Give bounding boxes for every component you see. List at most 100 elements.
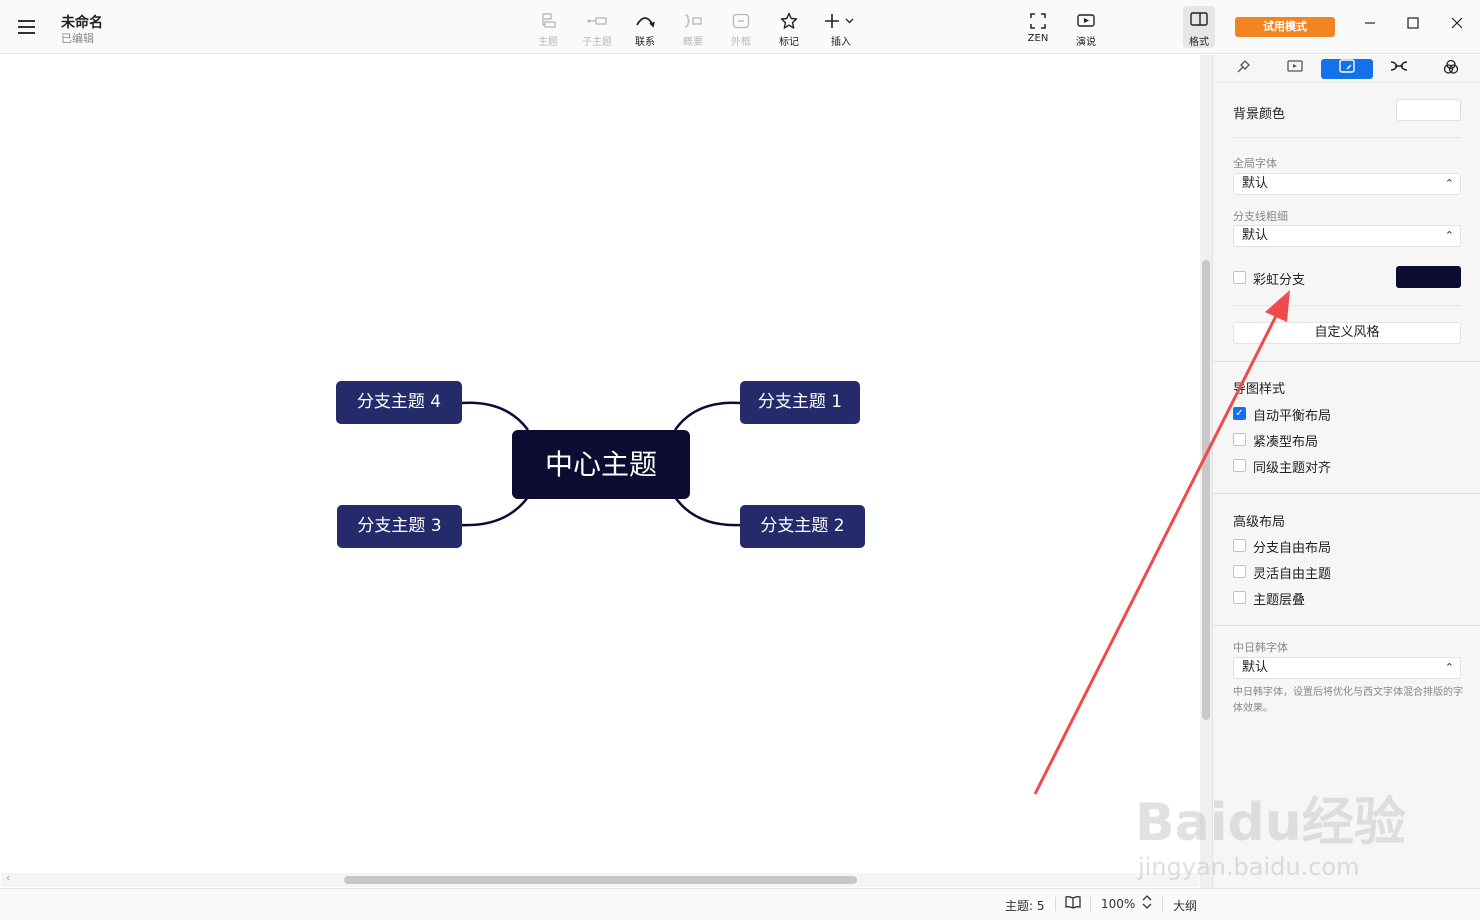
document-title[interactable]: 未命名: [61, 12, 103, 32]
global-font-select[interactable]: 默认 ⌃: [1233, 173, 1461, 195]
cjk-font-select[interactable]: 默认 ⌃: [1233, 657, 1461, 679]
divider: [1090, 897, 1091, 911]
status-bar: 主题: 5 100% 大纲: [0, 888, 1480, 920]
zen-mode-button[interactable]: ZEN: [1015, 10, 1061, 48]
auto-balance-label: 自动平衡布局: [1253, 409, 1332, 424]
cjk-font-value: 默认: [1242, 660, 1269, 675]
divider: [1055, 897, 1056, 911]
vertical-scrollbar[interactable]: [1200, 55, 1212, 888]
slide-icon: [1287, 60, 1303, 77]
branch-width-label: 分支线粗细: [1233, 210, 1288, 223]
topic-overlap-label: 主题层叠: [1253, 593, 1306, 608]
star-icon: [766, 10, 812, 30]
align-siblings-checkbox[interactable]: [1233, 459, 1246, 472]
tab-presentation[interactable]: [1276, 59, 1314, 79]
summary-button[interactable]: 概要: [670, 10, 716, 48]
section-divider: [1213, 493, 1480, 494]
subtopic-icon: [574, 10, 620, 30]
boundary-icon: [718, 10, 764, 30]
panel-layout-icon: [1183, 11, 1215, 30]
auto-balance-checkbox[interactable]: ✓: [1233, 407, 1246, 420]
branch-width-select[interactable]: 默认 ⌃: [1233, 225, 1461, 247]
topic-overlap-checkbox[interactable]: [1233, 591, 1246, 604]
rainbow-color-swatch[interactable]: [1396, 266, 1461, 288]
minimize-icon[interactable]: [1359, 14, 1381, 36]
divider: [1162, 897, 1163, 911]
bg-color-swatch[interactable]: [1396, 99, 1461, 121]
branch-width-value: 默认: [1242, 228, 1269, 243]
tab-color-scheme[interactable]: [1432, 59, 1470, 79]
book-icon[interactable]: [1065, 895, 1081, 912]
brush-icon: [1235, 60, 1251, 79]
subtopic-button[interactable]: 子主题: [574, 10, 620, 48]
format-panel-button[interactable]: 格式: [1183, 6, 1215, 48]
advanced-layout-title: 高级布局: [1233, 515, 1286, 530]
map-style-title: 导图样式: [1233, 382, 1286, 397]
horizontal-scrollbar[interactable]: ‹: [1, 873, 1199, 887]
cjk-font-label: 中日韩字体: [1233, 641, 1288, 654]
theme-icon: [1390, 61, 1408, 77]
updown-chevron-icon: ⌃: [1444, 661, 1454, 674]
fullscreen-icon: [1015, 10, 1061, 30]
boundary-button-label: 外框: [731, 37, 751, 48]
marker-button-label: 标记: [779, 37, 799, 48]
marker-button[interactable]: 标记: [766, 10, 812, 48]
bg-color-label: 背景颜色: [1233, 107, 1286, 122]
free-branch-checkbox[interactable]: [1233, 539, 1246, 552]
maximize-icon[interactable]: [1402, 14, 1424, 36]
branch-topic-3[interactable]: 分支主题 3: [337, 505, 462, 548]
cjk-font-help: 中日韩字体，设置后将优化与西文字体混合排版的字体效果。: [1233, 687, 1463, 714]
updown-chevron-icon: ⌃: [1444, 177, 1454, 190]
branch-topic-4[interactable]: 分支主题 4: [336, 381, 462, 424]
section-divider: [1213, 361, 1480, 362]
panel-tabs: [1213, 55, 1480, 83]
insert-button-label: 插入: [831, 37, 851, 48]
global-font-label: 全局字体: [1233, 157, 1277, 170]
format-panel: 背景颜色 全局字体 默认 ⌃ 分支线粗细 默认 ⌃ 彩虹分支 自定义风格 导图样…: [1212, 55, 1480, 888]
zoom-level[interactable]: 100%: [1101, 897, 1135, 911]
zoom-stepper-icon[interactable]: [1142, 894, 1152, 913]
align-siblings-label: 同级主题对齐: [1253, 461, 1332, 476]
vertical-scroll-thumb[interactable]: [1202, 260, 1210, 720]
central-topic[interactable]: 中心主题: [512, 430, 690, 499]
trial-mode-button[interactable]: 试用模式: [1235, 17, 1335, 37]
topic-icon: [525, 10, 571, 30]
divider: [1233, 305, 1461, 306]
hamburger-menu-icon[interactable]: [18, 17, 40, 37]
divider: [1233, 137, 1461, 138]
branch-topic-2[interactable]: 分支主题 2: [740, 505, 865, 548]
custom-style-button[interactable]: 自定义风格: [1233, 322, 1461, 344]
topic-button[interactable]: 主题: [525, 10, 571, 48]
rainbow-branch-label: 彩虹分支: [1253, 273, 1306, 288]
boundary-button[interactable]: 外框: [718, 10, 764, 48]
format-label: 格式: [1189, 37, 1209, 48]
presentation-label: 演说: [1076, 37, 1096, 48]
outline-button[interactable]: 大纲: [1173, 897, 1197, 914]
tab-canvas-format[interactable]: [1321, 59, 1373, 79]
free-topic-checkbox[interactable]: [1233, 565, 1246, 578]
relationship-button[interactable]: 联系: [622, 10, 668, 48]
tab-theme[interactable]: [1380, 59, 1418, 79]
insert-button[interactable]: 插入: [818, 10, 864, 48]
subtopic-button-label: 子主题: [582, 37, 612, 48]
close-icon[interactable]: [1446, 14, 1468, 36]
compact-layout-checkbox[interactable]: [1233, 433, 1246, 446]
free-topic-label: 灵活自由主题: [1253, 567, 1332, 582]
branch-topic-1[interactable]: 分支主题 1: [740, 381, 860, 424]
section-divider: [1213, 625, 1480, 626]
global-font-value: 默认: [1242, 176, 1269, 191]
summary-icon: [670, 10, 716, 30]
updown-chevron-icon: ⌃: [1444, 229, 1454, 242]
tab-style[interactable]: [1224, 59, 1262, 79]
color-circles-icon: [1443, 59, 1459, 79]
plus-icon: [818, 10, 864, 30]
topic-count: 主题: 5: [1005, 899, 1045, 913]
rainbow-branch-checkbox[interactable]: [1233, 271, 1246, 284]
presentation-button[interactable]: 演说: [1063, 10, 1109, 48]
top-toolbar: 未命名 已编辑 主题 子主题 联系 概要 外框 标记 插入 ZEN 演说 格式 …: [0, 0, 1480, 54]
horizontal-scroll-thumb[interactable]: [344, 876, 857, 884]
zen-label: ZEN: [1027, 33, 1049, 44]
scroll-left-icon[interactable]: ‹: [6, 873, 10, 884]
canvas-format-icon: [1339, 59, 1355, 77]
relationship-icon: [622, 10, 668, 30]
